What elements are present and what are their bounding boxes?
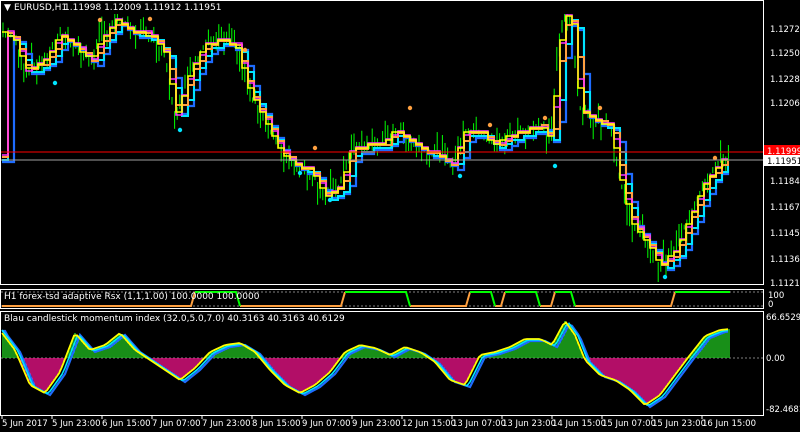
price-tick: 1.11840 bbox=[770, 177, 800, 187]
time-tick: 9 Jun 07:00 bbox=[302, 419, 351, 429]
signal-dot bbox=[662, 274, 668, 280]
signal-dot bbox=[177, 127, 183, 133]
time-tick: 7 Jun 23:00 bbox=[202, 419, 251, 429]
chart-menu-arrow-icon[interactable]: ▼ bbox=[4, 3, 11, 13]
price-tick: 1.12505 bbox=[770, 49, 800, 59]
time-tick: 13 Jun 23:00 bbox=[502, 419, 556, 429]
signal-dot bbox=[597, 105, 603, 111]
indicator2-scale-top: 66.6529 bbox=[766, 313, 800, 323]
time-tick: 16 Jun 15:00 bbox=[702, 419, 756, 429]
ohlc-readout: 1.11998 1.12009 1.11912 1.11951 bbox=[64, 3, 221, 13]
indicator1-title: H1 forex-tsd adaptive Rsx (1,1,1.00) 100… bbox=[4, 292, 260, 302]
time-axis: 5 Jun 2017 5 Jun 23:00 6 Jun 15:00 7 Jun… bbox=[1, 416, 756, 429]
chart-canvas[interactable]: ▼ EURUSD,H1 1.11998 1.12009 1.11912 1.11… bbox=[0, 0, 800, 432]
symbol-label: EURUSD,H1 bbox=[14, 3, 67, 13]
indicator2-title: Blau candlestick momentum index (32.0,5.… bbox=[4, 314, 345, 324]
moving-average-lines bbox=[2, 14, 730, 272]
time-tick: 13 Jun 07:00 bbox=[452, 419, 506, 429]
time-tick: 7 Jun 07:00 bbox=[152, 419, 201, 429]
price-tick: 1.11365 bbox=[770, 255, 800, 265]
indicator1-scale-bottom: 0 bbox=[768, 300, 773, 310]
signal-dot bbox=[407, 105, 413, 111]
signal-dot bbox=[242, 47, 248, 53]
signal-dot bbox=[297, 170, 303, 176]
signal-dot bbox=[327, 197, 333, 203]
time-tick: 15 Jun 23:00 bbox=[652, 419, 706, 429]
signal-dot bbox=[312, 145, 318, 151]
time-tick: 5 Jun 23:00 bbox=[52, 419, 101, 429]
price-tick: 1.11210 bbox=[770, 279, 800, 289]
time-tick: 12 Jun 15:00 bbox=[402, 419, 456, 429]
time-tick: 6 Jun 15:00 bbox=[102, 419, 151, 429]
time-tick: 14 Jun 15:00 bbox=[552, 419, 606, 429]
price-tick: 1.11455 bbox=[770, 229, 800, 239]
moving-average-line bbox=[2, 20, 729, 266]
momentum-histogram bbox=[2, 321, 730, 405]
price-tick: 1.12060 bbox=[770, 99, 800, 109]
signal-dot bbox=[542, 115, 548, 121]
rsx-line-up bbox=[195, 291, 730, 307]
indicator2-scale-bottom: -82.4681 bbox=[766, 405, 800, 415]
signal-dot bbox=[457, 173, 463, 179]
signal-dot bbox=[52, 80, 58, 86]
time-tick: 8 Jun 15:00 bbox=[252, 419, 301, 429]
signal-dot bbox=[147, 16, 153, 22]
indicator2-scale-zero: 0.00 bbox=[766, 354, 785, 364]
price-tick: 1.12280 bbox=[770, 75, 800, 85]
time-tick: 15 Jun 07:00 bbox=[602, 419, 656, 429]
signal-dot bbox=[487, 122, 493, 128]
bid-price-tag-label: 1.11951 bbox=[767, 157, 800, 167]
time-tick: 5 Jun 2017 bbox=[2, 419, 48, 429]
signal-dot bbox=[552, 163, 558, 169]
price-tick: 1.12725 bbox=[770, 25, 800, 35]
price-tick: 1.11670 bbox=[770, 203, 800, 213]
time-tick: 9 Jun 23:00 bbox=[352, 419, 401, 429]
signal-dot bbox=[97, 17, 103, 23]
